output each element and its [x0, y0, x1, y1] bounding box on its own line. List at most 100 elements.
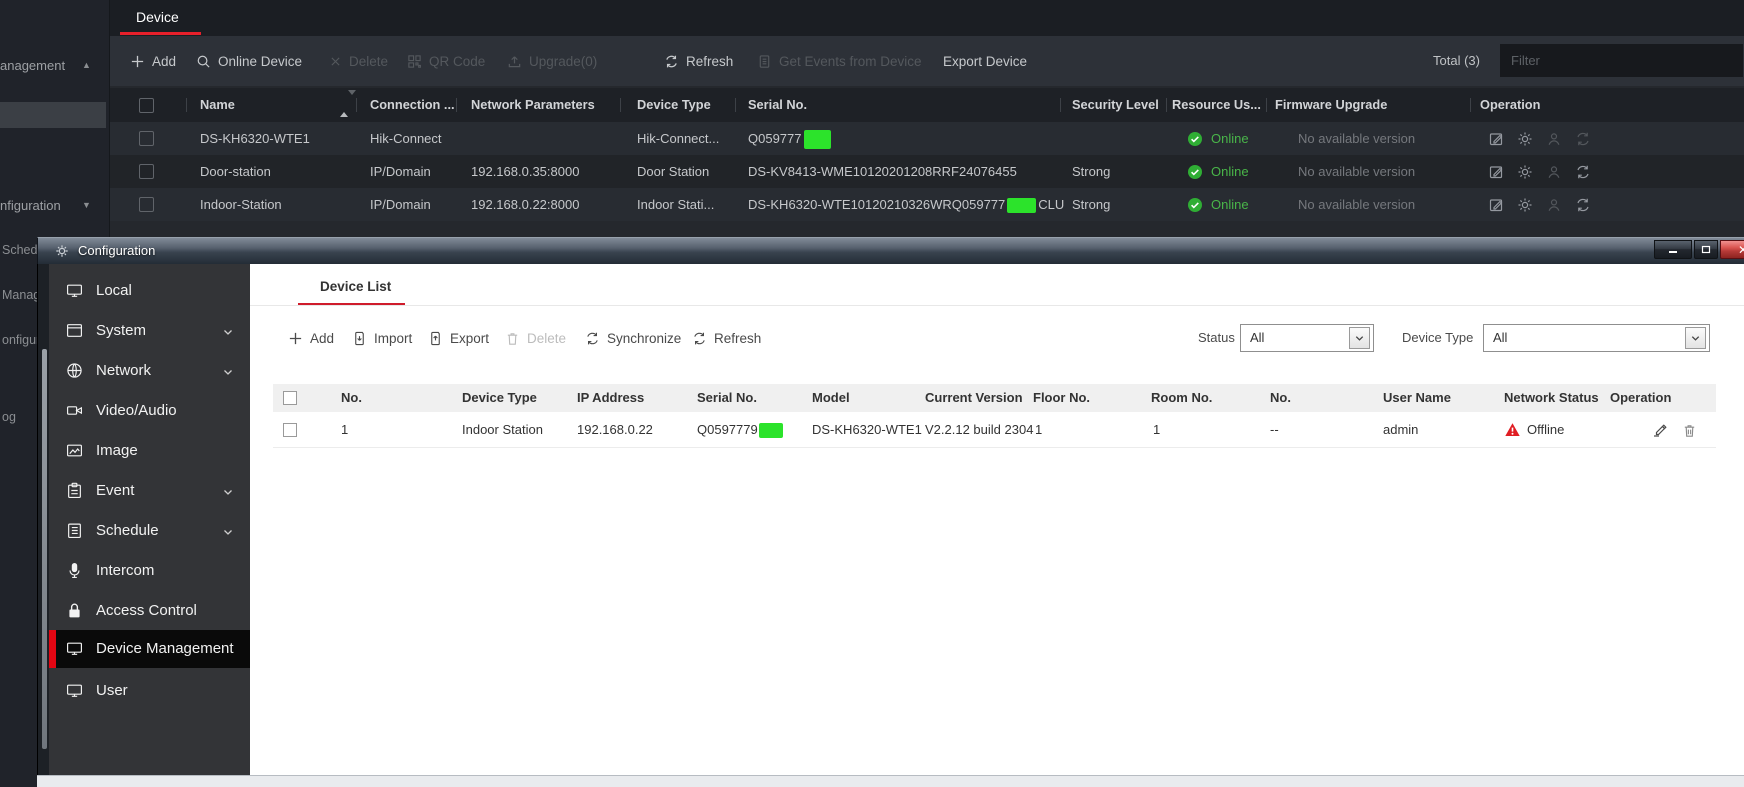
sync-icon[interactable] [1575, 131, 1591, 147]
user-icon[interactable] [1546, 131, 1562, 147]
chevron-down-icon[interactable] [222, 485, 234, 503]
table-row[interactable]: DS-KH6320-WTE1 Hik-Connect Hik-Connect..… [110, 122, 1744, 155]
row-checkbox[interactable] [139, 131, 154, 146]
gear-icon[interactable] [1517, 164, 1533, 180]
sort-arrows[interactable] [340, 95, 350, 113]
edit-icon[interactable] [1488, 131, 1504, 147]
delete-button[interactable]: Delete [505, 323, 566, 353]
redaction-blob [1007, 198, 1036, 213]
cell-model: DS-KH6320-WTE1 [812, 412, 922, 448]
col-device-type[interactable]: Device Type [637, 88, 711, 122]
device-list-row[interactable]: 1 Indoor Station 192.168.0.22 Q0597779 D… [273, 412, 1716, 448]
sort-desc-icon[interactable] [348, 90, 356, 112]
cell-status: Online [1187, 155, 1249, 188]
export-button[interactable]: Export [428, 323, 489, 353]
sidebar-item-image[interactable]: Image [49, 432, 250, 470]
qr-code-icon [407, 54, 422, 69]
sidebar-item-local[interactable]: Local [49, 272, 250, 310]
trash-icon [505, 331, 520, 346]
sync-icon[interactable] [1575, 197, 1591, 213]
col-serial-no[interactable]: Serial No. [748, 88, 807, 122]
col-operation: Operation [1610, 384, 1671, 412]
add-button[interactable]: Add [288, 323, 334, 353]
qr-code-button[interactable]: QR Code [407, 36, 485, 86]
trash-icon[interactable] [1682, 423, 1697, 438]
sort-asc-icon[interactable] [340, 95, 348, 117]
gear-icon[interactable] [1517, 197, 1533, 213]
sidebar-item-access-control[interactable]: Access Control [49, 592, 250, 630]
upgrade-button[interactable]: Upgrade(0) [507, 36, 597, 86]
import-icon [352, 331, 367, 346]
minimize-button[interactable] [1654, 240, 1692, 259]
select-all-checkbox[interactable] [283, 391, 297, 405]
chevron-down-icon[interactable] [1349, 327, 1370, 349]
col-security-level[interactable]: Security Level [1072, 88, 1159, 122]
sidebar-item-user[interactable]: User [49, 672, 250, 710]
search-icon [196, 54, 211, 69]
dialog-titlebar[interactable]: Configuration ✕ [37, 237, 1744, 264]
edit-icon[interactable] [1652, 422, 1668, 438]
tab-device[interactable]: Device [136, 0, 179, 36]
plus-icon [130, 54, 145, 69]
get-events-button[interactable]: Get Events from Device [757, 36, 922, 86]
cell-name: DS-KH6320-WTE1 [200, 122, 310, 155]
sidebar-item-event[interactable]: Event [49, 472, 250, 510]
chevron-down-icon[interactable] [222, 365, 234, 383]
row-checkbox[interactable] [139, 164, 154, 179]
filter-input[interactable] [1500, 44, 1743, 77]
clipboard-icon [66, 482, 83, 499]
tab-device-list[interactable]: Device List [320, 272, 391, 302]
online-device-button[interactable]: Online Device [196, 36, 302, 86]
sidebar-item-device-management[interactable]: Device Management [49, 630, 250, 668]
chevron-down-icon[interactable] [222, 325, 234, 343]
sidebar-item-intercom[interactable]: Intercom [49, 552, 250, 590]
schedule-list-icon [66, 522, 83, 539]
nav-item-configure[interactable]: onfigur [2, 333, 40, 347]
chevron-down-icon[interactable] [222, 525, 234, 543]
col-firmware-upgrade[interactable]: Firmware Upgrade [1275, 88, 1387, 122]
sidebar-item-system[interactable]: System [49, 312, 250, 350]
nav-item-configuration[interactable]: nfiguration [0, 198, 61, 213]
table-row[interactable]: Door-station IP/Domain 192.168.0.35:8000… [110, 155, 1744, 188]
plus-icon [288, 331, 303, 346]
col-no: No. [341, 384, 362, 412]
nav-item-management[interactable]: anagement [0, 58, 65, 73]
sidebar-item-video-audio[interactable]: Video/Audio [49, 392, 250, 430]
nav-item-highlighted[interactable] [0, 102, 106, 128]
row-checkbox[interactable] [283, 423, 297, 437]
user-icon[interactable] [1546, 197, 1562, 213]
cell-serial: DS-KH6320-WTE10120210326WRQ059777CLU [748, 188, 1064, 221]
synchronize-button[interactable]: Synchronize [585, 323, 681, 353]
table-row[interactable]: Indoor-Station IP/Domain 192.168.0.22:80… [110, 188, 1744, 221]
gear-icon[interactable] [1517, 131, 1533, 147]
nav-item-log[interactable]: og [2, 410, 16, 424]
refresh-button[interactable]: Refresh [692, 323, 761, 353]
import-button[interactable]: Import [352, 323, 412, 353]
col-name[interactable]: Name [200, 88, 235, 122]
row-checkbox[interactable] [139, 197, 154, 212]
refresh-button[interactable]: Refresh [664, 36, 733, 86]
sidebar-item-schedule[interactable]: Schedule [49, 512, 250, 550]
edit-icon[interactable] [1488, 164, 1504, 180]
export-device-button[interactable]: Export Device [943, 36, 1027, 86]
user-icon[interactable] [1546, 164, 1562, 180]
edit-icon[interactable] [1488, 197, 1504, 213]
cell-no-2: -- [1270, 412, 1279, 448]
select-all-checkbox[interactable] [139, 98, 154, 113]
sidebar-item-network[interactable]: Network [49, 352, 250, 390]
cell-device-type: Door Station [637, 155, 709, 188]
col-resource-usage[interactable]: Resource Us... [1172, 88, 1261, 122]
add-button[interactable]: Add [130, 36, 176, 86]
col-connection[interactable]: Connection ... [370, 88, 455, 122]
device-type-select[interactable]: All [1483, 324, 1710, 352]
status-select[interactable]: All [1240, 324, 1374, 352]
check-circle-icon [1187, 197, 1203, 213]
col-user-name: User Name [1383, 384, 1451, 412]
chevron-down-icon[interactable] [1685, 327, 1706, 349]
maximize-button[interactable] [1694, 240, 1718, 259]
sync-icon[interactable] [1575, 164, 1591, 180]
close-button[interactable]: ✕ [1720, 240, 1744, 259]
col-network-parameters[interactable]: Network Parameters [471, 88, 595, 122]
delete-button[interactable]: Delete [329, 36, 388, 86]
cell-name: Indoor-Station [200, 188, 282, 221]
